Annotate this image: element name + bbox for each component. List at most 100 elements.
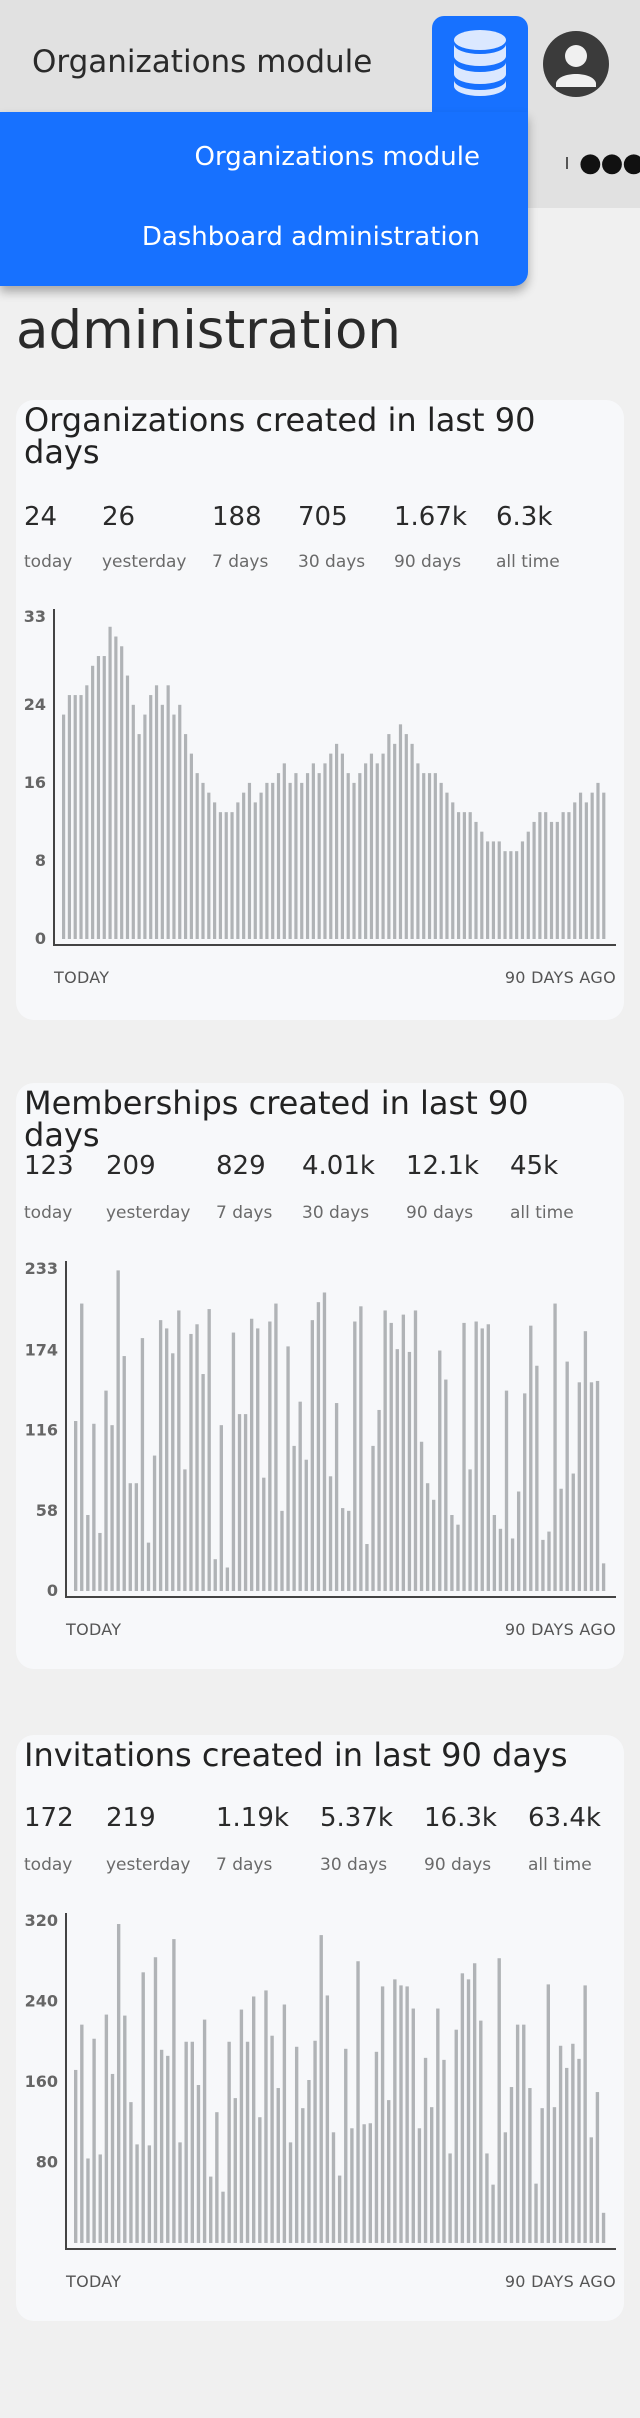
chart-bar (375, 763, 379, 939)
chart-bar (207, 792, 211, 939)
chart-bar (300, 782, 304, 939)
chart-bar (120, 646, 124, 939)
chart-bar (201, 782, 205, 939)
chart-bar (207, 1309, 211, 1591)
chart-bar (294, 773, 298, 939)
chart-bar (286, 1346, 290, 1591)
y-tick-label: 16 (24, 773, 46, 792)
chart-bar (445, 792, 449, 939)
chart-bar (195, 1324, 199, 1591)
chart-bar (460, 1973, 465, 2243)
chart-bar (423, 2057, 428, 2243)
chart-bar (73, 695, 77, 939)
chart-bar (282, 2004, 287, 2243)
chart-bar (337, 2175, 342, 2243)
chart-bar (146, 1542, 151, 1591)
chart-bar (264, 1990, 268, 2243)
y-tick-label: 80 (36, 2153, 58, 2172)
chart-bar (544, 812, 548, 939)
chart-bar (419, 1441, 424, 1591)
y-tick-label: 174 (25, 1341, 58, 1360)
chart-bar (301, 2108, 305, 2243)
chart-bar (166, 2055, 170, 2243)
chart-bar (450, 1514, 454, 1591)
more-dots-icon[interactable]: ●●● (579, 150, 640, 176)
chart-bar (219, 1425, 223, 1591)
chart-bar (474, 1321, 478, 1591)
invitations-bar-chart: 80 160 240 320 (25, 1911, 616, 2250)
chart-bar (504, 1390, 509, 1591)
chart-bar (509, 2087, 514, 2243)
chart-bar (491, 841, 496, 939)
chart-bar (365, 1544, 369, 1591)
chart-bar (116, 1270, 120, 1591)
chart-bar (215, 2112, 219, 2243)
chart-bar (331, 2132, 336, 2243)
chart-bar (522, 2024, 526, 2243)
organizations-card: Organizations created in last 90 days 24… (16, 400, 624, 1020)
user-avatar-icon[interactable] (543, 31, 609, 97)
chart-bar (310, 1320, 314, 1591)
chart-bar (595, 1380, 600, 1591)
chart-bar (253, 802, 257, 939)
chart-bar (589, 1382, 594, 1591)
database-menu-button[interactable] (432, 16, 528, 112)
menu-item-dashboard-administration[interactable]: Dashboard administration (142, 222, 480, 252)
chart-bar (541, 1539, 545, 1591)
invitations-card: Invitations created in last 90 days 172 … (16, 1735, 624, 2321)
chart-bar (114, 636, 118, 939)
chart-bar (498, 1528, 503, 1591)
chart-bar (288, 782, 292, 939)
y-tick-label: 320 (25, 1911, 58, 1930)
chart-bar (559, 1488, 563, 1591)
chart-bar (317, 773, 321, 939)
chart-bar (389, 1322, 393, 1591)
chart-bar (436, 2008, 440, 2243)
organizations-bar-chart: 0 8 16 24 33 (24, 607, 616, 948)
chart-bar (245, 2041, 250, 2243)
chart-bar (280, 1510, 284, 1591)
chart-bar (573, 802, 577, 939)
y-tick-label: 240 (25, 1992, 58, 2011)
chart-bar (62, 714, 66, 939)
chart-bar (184, 2041, 188, 2243)
chart-bar (319, 1935, 323, 2243)
chart-bar (407, 1351, 412, 1591)
chart-bar (578, 792, 583, 939)
chart-bar (401, 1314, 406, 1591)
chart-bar (528, 2088, 532, 2243)
chart-bar (236, 802, 240, 939)
chart-bar (218, 812, 223, 939)
menu-item-organizations-module[interactable]: Organizations module (195, 142, 480, 172)
chart-bar (209, 2176, 213, 2243)
chart-bar (601, 2212, 606, 2243)
chart-bar (165, 1328, 169, 1591)
chart-bar (307, 2079, 311, 2243)
chart-bar (438, 1350, 442, 1591)
chart-bar (474, 821, 478, 939)
chart-bar (80, 2024, 84, 2243)
chart-bar (92, 2038, 96, 2243)
chart-bar (430, 2107, 434, 2243)
chart-bar (122, 1356, 126, 1591)
chart-bar (374, 2051, 379, 2243)
chart-bar (523, 1393, 527, 1591)
chart-bar (472, 1963, 477, 2243)
chart-bar (571, 2043, 575, 2243)
chart-bar (249, 1318, 254, 1591)
chart-bar (387, 734, 391, 939)
chart-bar (462, 1322, 466, 1591)
chart-bar (91, 665, 95, 939)
chart-bar (462, 812, 466, 939)
chart-bar (92, 1423, 96, 1591)
chart-bar (584, 802, 588, 939)
chart-bar (433, 773, 437, 939)
chart-bar (178, 704, 182, 939)
chart-bar (468, 1469, 472, 1591)
x-axis-start-label: TODAY (66, 2272, 122, 2291)
chart-bar (442, 2059, 446, 2243)
chart-bar (411, 2008, 415, 2243)
chart-bar (74, 1421, 78, 1591)
chart-bar (98, 2154, 102, 2243)
chart-bar (589, 2137, 593, 2243)
